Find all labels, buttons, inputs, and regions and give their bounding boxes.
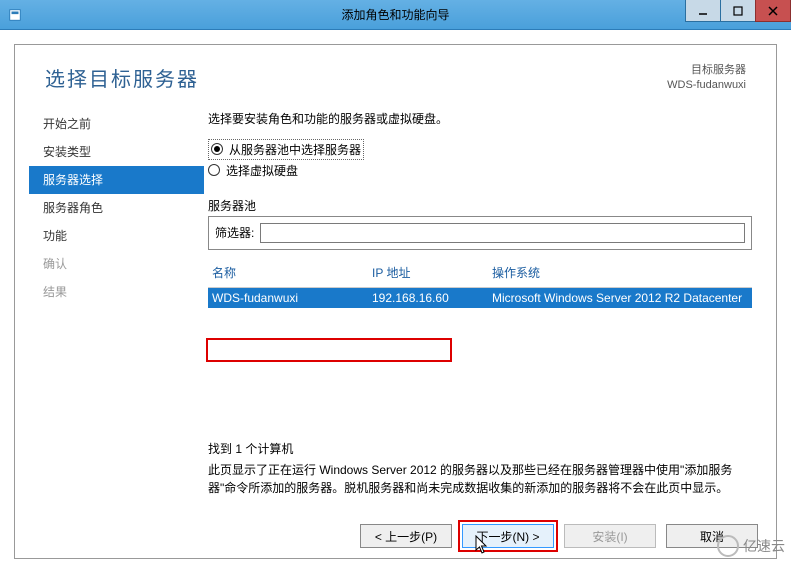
radio-from-pool-label: 从服务器池中选择服务器 xyxy=(229,141,361,158)
target-server-value: WDS-fudanwuxi xyxy=(667,78,746,93)
sidebar-item-1[interactable]: 安装类型 xyxy=(29,138,204,166)
sidebar-item-2[interactable]: 服务器选择 xyxy=(29,166,204,194)
watermark-text: 亿速云 xyxy=(743,536,785,556)
col-ip[interactable]: IP 地址 xyxy=(372,264,492,281)
col-name[interactable]: 名称 xyxy=(212,264,372,281)
wizard-steps: 开始之前安装类型服务器选择服务器角色功能确认结果 xyxy=(29,104,204,484)
filter-row: 筛选器: xyxy=(208,216,752,250)
cell-ip: 192.168.16.60 xyxy=(372,291,492,305)
table-header: 名称 IP 地址 操作系统 xyxy=(208,260,752,288)
watermark-icon xyxy=(717,535,739,557)
sidebar-item-5: 确认 xyxy=(29,250,204,278)
previous-button[interactable]: < 上一步(P) xyxy=(360,524,452,548)
filter-label: 筛选器: xyxy=(215,224,254,241)
instruction-text: 选择要安装角色和功能的服务器或虚拟硬盘。 xyxy=(208,110,752,127)
radio-vhd-label: 选择虚拟硬盘 xyxy=(226,162,298,179)
description-text: 此页显示了正在运行 Windows Server 2012 的服务器以及那些已经… xyxy=(208,461,752,497)
sidebar-item-3[interactable]: 服务器角色 xyxy=(29,194,204,222)
main-panel: 选择要安装角色和功能的服务器或虚拟硬盘。 从服务器池中选择服务器 选择虚拟硬盘 … xyxy=(204,104,762,484)
window-title: 添加角色和功能向导 xyxy=(0,6,791,23)
annotation-row-highlight xyxy=(206,338,452,362)
header-info: 目标服务器 WDS-fudanwuxi xyxy=(667,63,746,94)
target-server-label: 目标服务器 xyxy=(667,63,746,78)
wizard-frame: 选择目标服务器 目标服务器 WDS-fudanwuxi 开始之前安装类型服务器选… xyxy=(14,44,777,559)
server-pool-label: 服务器池 xyxy=(208,197,752,214)
sidebar-item-6: 结果 xyxy=(29,278,204,306)
col-os[interactable]: 操作系统 xyxy=(492,264,748,281)
radio-vhd[interactable]: 选择虚拟硬盘 xyxy=(208,162,752,179)
sidebar-item-0[interactable]: 开始之前 xyxy=(29,110,204,138)
install-button: 安装(I) xyxy=(564,524,656,548)
wizard-footer: < 上一步(P) 下一步(N) > 安装(I) 取消 xyxy=(360,524,758,548)
next-button[interactable]: 下一步(N) > xyxy=(462,524,554,548)
watermark: 亿速云 xyxy=(717,535,785,557)
cell-os: Microsoft Windows Server 2012 R2 Datacen… xyxy=(492,291,748,305)
radio-from-pool[interactable]: 从服务器池中选择服务器 xyxy=(208,139,752,160)
table-row[interactable]: WDS-fudanwuxi 192.168.16.60 Microsoft Wi… xyxy=(208,288,752,308)
titlebar: 添加角色和功能向导 xyxy=(0,0,791,30)
found-count: 找到 1 个计算机 xyxy=(208,440,752,457)
sidebar-item-4[interactable]: 功能 xyxy=(29,222,204,250)
cell-name: WDS-fudanwuxi xyxy=(212,291,372,305)
filter-input[interactable] xyxy=(260,223,745,243)
page-title: 选择目标服务器 xyxy=(45,63,199,92)
